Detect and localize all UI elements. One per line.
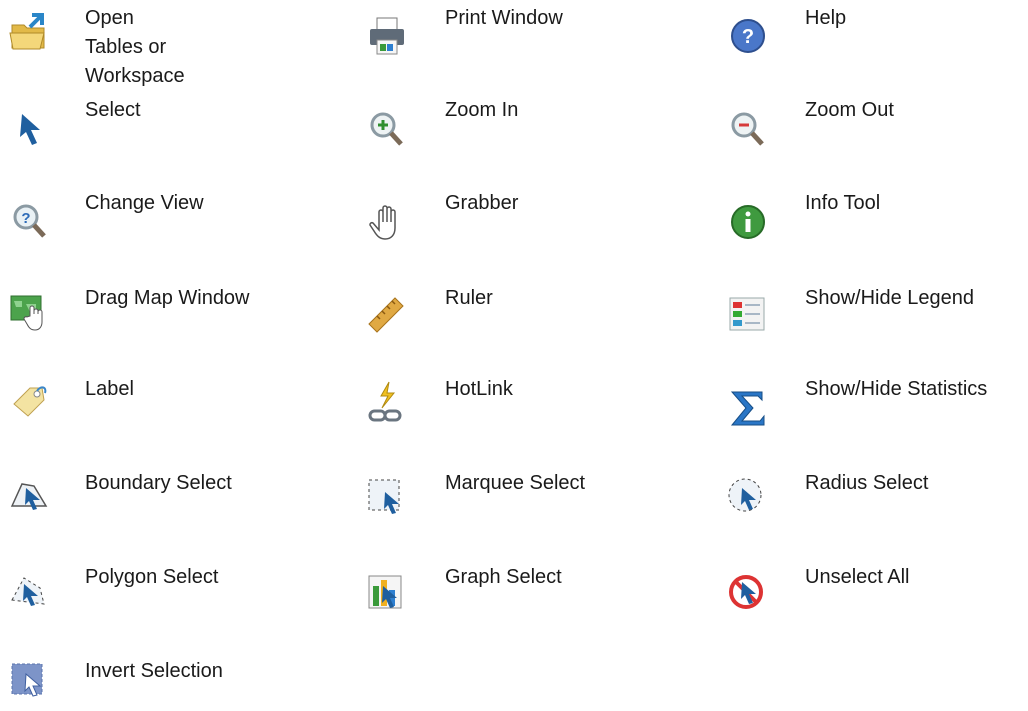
tool-label: Open Tables or Workspace <box>85 7 185 87</box>
arrow-cursor-icon <box>8 108 52 152</box>
radius-select-icon <box>726 474 770 518</box>
tool-label: Boundary Select <box>85 472 232 494</box>
hotlink-icon <box>365 380 409 424</box>
printer-icon <box>365 14 409 58</box>
help-icon: ? <box>726 14 770 58</box>
tool-label: Grabber <box>445 192 519 214</box>
tool-label: Ruler <box>445 287 493 309</box>
sigma-icon <box>726 386 770 430</box>
legend-icon <box>726 292 770 336</box>
tag-icon <box>8 380 52 424</box>
zoom-in-icon <box>365 108 409 152</box>
tool-label: Unselect All <box>805 566 910 588</box>
boundary-select-icon <box>8 470 52 514</box>
tool-label: Graph Select <box>445 566 562 588</box>
tool-label: Zoom In <box>445 99 519 121</box>
marquee-select-icon <box>365 474 409 518</box>
hand-icon <box>365 200 409 244</box>
zoom-out-icon <box>726 108 770 152</box>
tool-label: Marquee Select <box>445 472 586 494</box>
tool-label: Drag Map Window <box>85 287 250 309</box>
polygon-select-icon <box>8 570 52 614</box>
tool-label: HotLink <box>445 378 513 400</box>
tool-label: Change View <box>85 192 204 214</box>
tool-label: Help <box>805 7 847 29</box>
unselect-all-icon <box>726 570 770 614</box>
ruler-icon <box>365 292 409 336</box>
tool-label: Show/Hide Statistics <box>805 378 988 400</box>
invert-selection-icon <box>8 660 52 704</box>
svg-text:?: ? <box>21 210 30 227</box>
tool-label: Radius Select <box>805 472 929 494</box>
svg-text:?: ? <box>742 26 754 48</box>
tool-label: Info Tool <box>805 192 881 214</box>
change-view-icon: ? <box>8 200 52 244</box>
tool-label: Label <box>85 378 134 400</box>
tool-label: Polygon Select <box>85 566 219 588</box>
tool-label: Zoom Out <box>805 99 894 121</box>
drag-map-icon <box>8 292 52 336</box>
info-icon <box>726 200 770 244</box>
tool-label: Select <box>85 99 141 121</box>
tool-label: Print Window <box>445 7 563 29</box>
open-folder-icon <box>8 11 52 55</box>
tool-label: Show/Hide Legend <box>805 287 975 309</box>
graph-select-icon <box>365 570 409 614</box>
tool-label: Invert Selection <box>85 660 223 682</box>
